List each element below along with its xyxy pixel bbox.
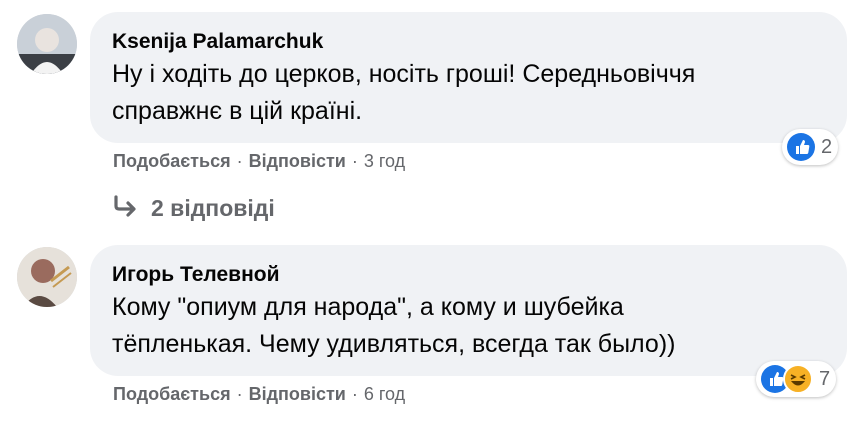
reply-button[interactable]: Відповісти <box>249 151 346 171</box>
avatar[interactable] <box>17 14 77 74</box>
like-icon <box>787 133 815 161</box>
comment-bubble: Игорь Телевной Кому "опиум для народа", … <box>90 245 847 376</box>
separator-dot: · <box>351 151 358 171</box>
view-replies-button[interactable]: 2 відповіді <box>113 193 275 224</box>
avatar[interactable] <box>17 247 77 307</box>
avatar-photo-icon <box>17 14 77 74</box>
reaction-summary[interactable]: 2 <box>782 129 839 165</box>
reaction-summary[interactable]: 7 <box>756 361 837 397</box>
comment-text-line: Ну і ходіть до церков, носіть гроші! Сер… <box>112 60 696 88</box>
reply-button[interactable]: Відповісти <box>249 384 346 404</box>
comment-author[interactable]: Ksenija Palamarchuk <box>112 30 323 54</box>
replies-count-label: 2 відповіді <box>151 195 275 221</box>
haha-icon <box>783 364 813 394</box>
comment-timestamp[interactable]: 3 год <box>364 151 405 171</box>
comment-actions: Подобається · Відповісти · 6 год <box>113 384 405 405</box>
comment-text-line: Кому "опиум для народа", а кому и шубейк… <box>112 293 624 321</box>
comment-text-line: тёпленькая. Чему удивляться, всегда так … <box>112 330 676 358</box>
like-button[interactable]: Подобається <box>113 151 231 171</box>
like-button[interactable]: Подобається <box>113 384 231 404</box>
avatar-photo-icon <box>17 247 77 307</box>
comment-text-line: справжнє в цій країні. <box>112 97 363 125</box>
reaction-count: 2 <box>821 135 833 158</box>
comment-actions: Подобається · Відповісти · 3 год <box>113 151 405 172</box>
separator-dot: · <box>351 384 358 404</box>
separator-dot: · <box>236 384 243 404</box>
comment-author[interactable]: Игорь Телевной <box>112 263 280 287</box>
comment-bubble: Ksenija Palamarchuk Ну і ходіть до церко… <box>90 12 847 143</box>
reply-arrow-icon <box>113 193 139 224</box>
comment-text: Ну і ходіть до церков, носіть гроші! Сер… <box>112 56 695 130</box>
comment-text: Кому "опиум для народа", а кому и шубейк… <box>112 289 675 363</box>
separator-dot: · <box>236 151 243 171</box>
reaction-count: 7 <box>819 367 831 390</box>
comment-timestamp[interactable]: 6 год <box>364 384 405 404</box>
